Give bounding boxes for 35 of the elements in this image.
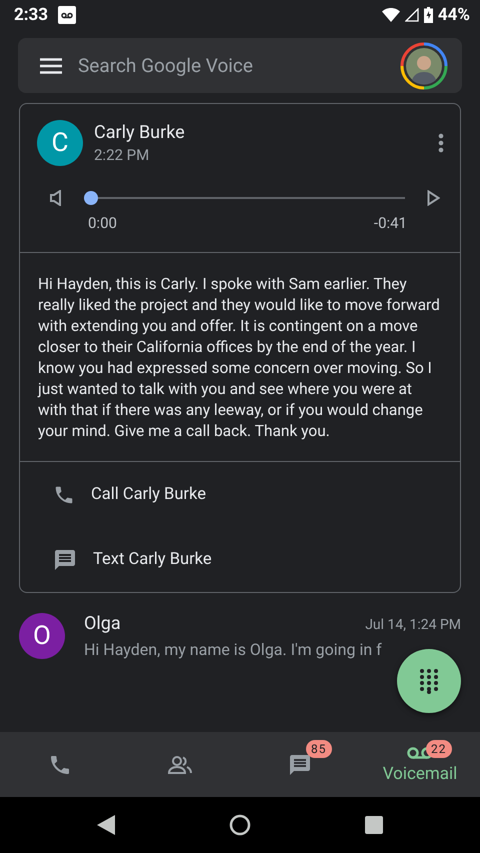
- back-icon[interactable]: [97, 815, 115, 835]
- message-time: Jul 14, 1:24 PM: [365, 617, 461, 633]
- speaker-icon[interactable]: [50, 190, 62, 206]
- contact-name: Olga: [84, 613, 121, 634]
- wifi-icon: [382, 8, 400, 22]
- text-button[interactable]: Text Carly Burke: [20, 527, 460, 592]
- message-icon: [288, 752, 312, 776]
- remaining-time: -0:41: [374, 214, 407, 232]
- play-icon[interactable]: [427, 190, 440, 206]
- nav-tab[interactable]: 85: [240, 732, 360, 797]
- progress-thumb[interactable]: [84, 191, 98, 205]
- search-bar[interactable]: Search Google Voice: [18, 38, 462, 93]
- more-options-icon[interactable]: [438, 133, 444, 153]
- status-time: 2:33: [14, 5, 48, 25]
- dialpad-icon: [418, 668, 440, 694]
- voicemail-notification-icon: [58, 6, 76, 24]
- account-avatar[interactable]: [400, 42, 448, 90]
- caller-name: Carly Burke: [94, 122, 185, 143]
- count-badge: 22: [426, 740, 452, 758]
- search-field[interactable]: Search Google Voice: [78, 54, 384, 77]
- voicemail-time: 2:22 PM: [94, 146, 150, 164]
- call-button[interactable]: Call Carly Burke: [20, 462, 460, 527]
- signal-icon: [404, 8, 419, 22]
- count-badge: 85: [306, 740, 332, 758]
- battery-icon: [424, 7, 433, 23]
- message-icon: [53, 548, 77, 572]
- contact-avatar: O: [19, 613, 65, 659]
- menu-icon[interactable]: [40, 58, 62, 74]
- nav-tab[interactable]: Voicemail 22: [360, 732, 480, 797]
- contact-avatar: C: [37, 120, 83, 166]
- message-preview: Hi Hayden, my name is Olga. I'm going in f: [84, 640, 383, 659]
- home-icon[interactable]: [229, 814, 251, 836]
- battery-percent: 44%: [438, 5, 470, 25]
- transcript-text: Hi Hayden, this is Carly. I spoke with Sam earlier. They really liked the project and they would like to move forward with extending you and offer. It is contingent on a move closer to their California offices by the end of the year. I know you had expressed some concern over moving. So I just wanted to talk with you and see where you were at with that if there was any leeway, or if you would change your mind. Give me a call back. Thank you.: [36, 274, 441, 442]
- elapsed-time: 0:00: [88, 214, 117, 232]
